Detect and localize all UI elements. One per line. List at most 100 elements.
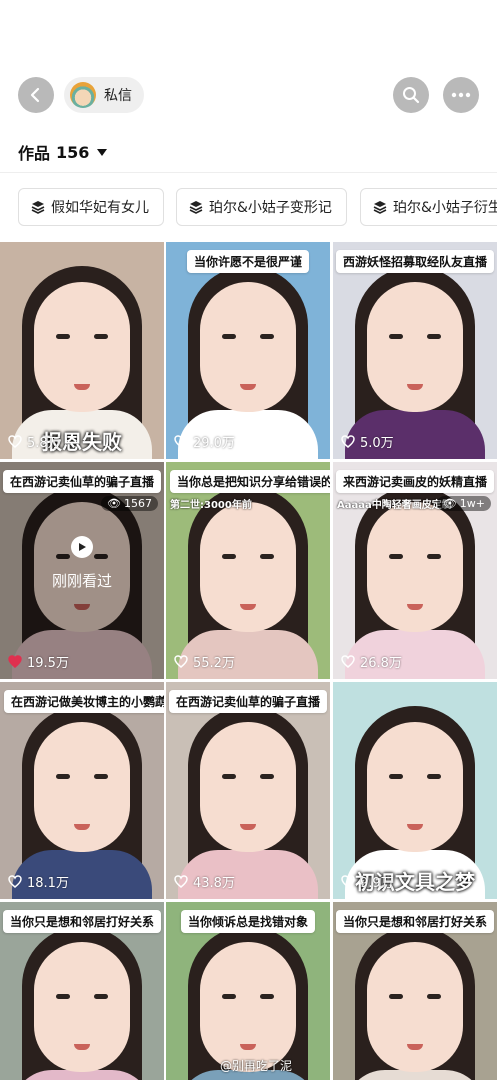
portrait-eye xyxy=(427,774,441,779)
video-thumbnail[interactable]: 报恩失败 5.8万 xyxy=(0,242,164,459)
video-thumbnail[interactable]: 当你只是想和邻居打好关系 xyxy=(333,902,497,1080)
portrait-face xyxy=(367,282,463,412)
portrait-face xyxy=(200,502,296,632)
video-caption: 来西游记卖画皮的妖精直播 xyxy=(335,470,495,493)
portrait-eye xyxy=(94,774,108,779)
portrait-face xyxy=(200,282,296,412)
layers-icon xyxy=(189,200,203,214)
works-count: 156 xyxy=(56,142,90,162)
back-arrow-icon xyxy=(30,87,40,103)
video-thumbnail[interactable]: 当你总是把知识分享给错误的时代第二世:3000年前 55.2万 xyxy=(166,462,330,679)
like-count: 55.2万 xyxy=(174,652,235,671)
like-count-text: 43.8万 xyxy=(193,876,235,891)
like-count: 5.0万 xyxy=(341,432,394,451)
video-caption: 当你只是想和邻居打好关系 xyxy=(335,910,495,933)
video-thumbnail[interactable]: 当你许愿不是很严谨 29.0万 xyxy=(166,242,330,459)
portrait-eye xyxy=(389,994,403,999)
video-caption: 在西游记卖仙草的骗子直播 xyxy=(168,690,328,713)
portrait-eye xyxy=(56,334,70,339)
works-label: 作品 xyxy=(18,144,51,163)
portrait-eye xyxy=(427,554,441,559)
view-count-badge: 👁 1567 xyxy=(101,496,158,511)
more-icon xyxy=(451,92,471,98)
portrait-eye xyxy=(94,334,108,339)
watermark: @别再吃了泥 xyxy=(220,1057,292,1074)
video-caption: 当你只是想和邻居打好关系 xyxy=(2,910,162,933)
portrait-face xyxy=(367,502,463,632)
like-count: 29.0万 xyxy=(174,432,235,451)
video-thumbnail[interactable]: 在西游记卖仙草的骗子直播 43.8万 xyxy=(166,682,330,899)
portrait-eye xyxy=(56,994,70,999)
video-thumbnail[interactable]: 当你只是想和邻居打好关系 xyxy=(0,902,164,1080)
layers-icon xyxy=(373,200,387,214)
view-count: 1567 xyxy=(124,497,152,510)
collection-label: 珀尔&小姑子衍生 xyxy=(393,200,497,216)
search-icon xyxy=(403,87,420,104)
collection-chip[interactable]: 珀尔&小姑子变形记 xyxy=(176,188,347,226)
portrait-eye xyxy=(427,994,441,999)
portrait-eye xyxy=(260,994,274,999)
portrait-eye xyxy=(94,994,108,999)
top-bar: 私信 xyxy=(0,70,497,120)
message-button[interactable]: 私信 xyxy=(64,77,144,113)
like-count-text: 18.1万 xyxy=(27,876,69,891)
portrait-eye xyxy=(260,334,274,339)
layers-icon xyxy=(31,200,45,214)
like-count: 43.8万 xyxy=(174,872,235,891)
works-sort-toggle[interactable]: 作品 156 xyxy=(18,140,108,164)
portrait-eye xyxy=(389,334,403,339)
back-button[interactable] xyxy=(18,77,54,113)
portrait-face xyxy=(200,942,296,1072)
collection-chip[interactable]: 珀尔&小姑子衍生 xyxy=(360,188,497,226)
eye-icon: 👁 xyxy=(442,497,457,510)
collections-row: 假如华妃有女儿 珀尔&小姑子变形记 珀尔&小姑子衍生 xyxy=(0,172,497,242)
portrait-face xyxy=(200,722,296,852)
like-count-text: 29.0万 xyxy=(193,436,235,451)
like-count: 5.8万 xyxy=(8,432,61,451)
portrait-eye xyxy=(222,334,236,339)
video-thumbnail[interactable]: 西游妖怪招募取经队友直播 5.0万 xyxy=(333,242,497,459)
portrait-eye xyxy=(389,554,403,559)
portrait-eye xyxy=(222,994,236,999)
view-count-badge: 👁 1w+ xyxy=(436,496,491,511)
heart-icon xyxy=(341,875,355,888)
portrait-face xyxy=(367,722,463,852)
portrait-face xyxy=(34,282,130,412)
like-count: 26.8万 xyxy=(341,652,402,671)
recently-watched-label: 刚刚看过 xyxy=(51,572,112,590)
heart-icon xyxy=(174,655,188,668)
video-thumbnail[interactable]: 在西游记做美妆博主的小鹦鹉 18.1万 xyxy=(0,682,164,899)
like-count: 18.1万 xyxy=(8,872,69,891)
message-label: 私信 xyxy=(104,88,132,104)
watermark-text: @别再吃了泥 xyxy=(220,1059,293,1073)
portrait-face xyxy=(367,942,463,1072)
video-thumbnail[interactable]: 当你倾诉总是找错对象 xyxy=(166,902,330,1080)
like-count-text: 9.9万 xyxy=(360,876,394,891)
video-thumbnail[interactable]: 来西游记卖画皮的妖精直播 Aaaaa中陶轻奢画皮定制 👁 1w+ 26.8万 xyxy=(333,462,497,679)
play-icon xyxy=(71,536,93,558)
video-caption: 西游妖怪招募取经队友直播 xyxy=(335,250,495,273)
video-grid: 报恩失败 5.8万 当你许愿不是很严谨 29.0万 西游妖怪招募取经队友直播 5.0万在西… xyxy=(0,242,497,1080)
collection-label: 假如华妃有女儿 xyxy=(51,200,149,216)
eye-icon: 👁 xyxy=(107,497,121,510)
collection-chip[interactable]: 假如华妃有女儿 xyxy=(18,188,164,226)
view-count: 1w+ xyxy=(459,497,485,510)
video-caption: 在西游记做美妆博主的小鹦鹉 xyxy=(4,690,164,713)
search-button[interactable] xyxy=(393,77,429,113)
more-button[interactable] xyxy=(443,77,479,113)
video-thumbnail[interactable]: 在西游记卖仙草的骗子直播 👁 1567 刚刚看过 19.5万 xyxy=(0,462,164,679)
caret-down-icon xyxy=(97,148,108,156)
collection-label: 珀尔&小姑子变形记 xyxy=(209,200,332,216)
avatar xyxy=(70,82,96,108)
portrait-eye xyxy=(222,554,236,559)
video-caption: 当你许愿不是很严谨 xyxy=(186,250,310,273)
like-count-text: 19.5万 xyxy=(27,656,69,671)
video-thumbnail[interactable]: 初识文具之梦 9.9万 xyxy=(333,682,497,899)
portrait-eye xyxy=(260,554,274,559)
portrait-eye xyxy=(222,774,236,779)
heart-icon xyxy=(8,655,22,668)
like-count: 19.5万 xyxy=(8,652,69,671)
heart-icon xyxy=(174,435,188,448)
video-subcaption: Aaaaa中陶轻奢画皮定制 xyxy=(337,500,452,511)
like-count-text: 5.0万 xyxy=(360,436,394,451)
